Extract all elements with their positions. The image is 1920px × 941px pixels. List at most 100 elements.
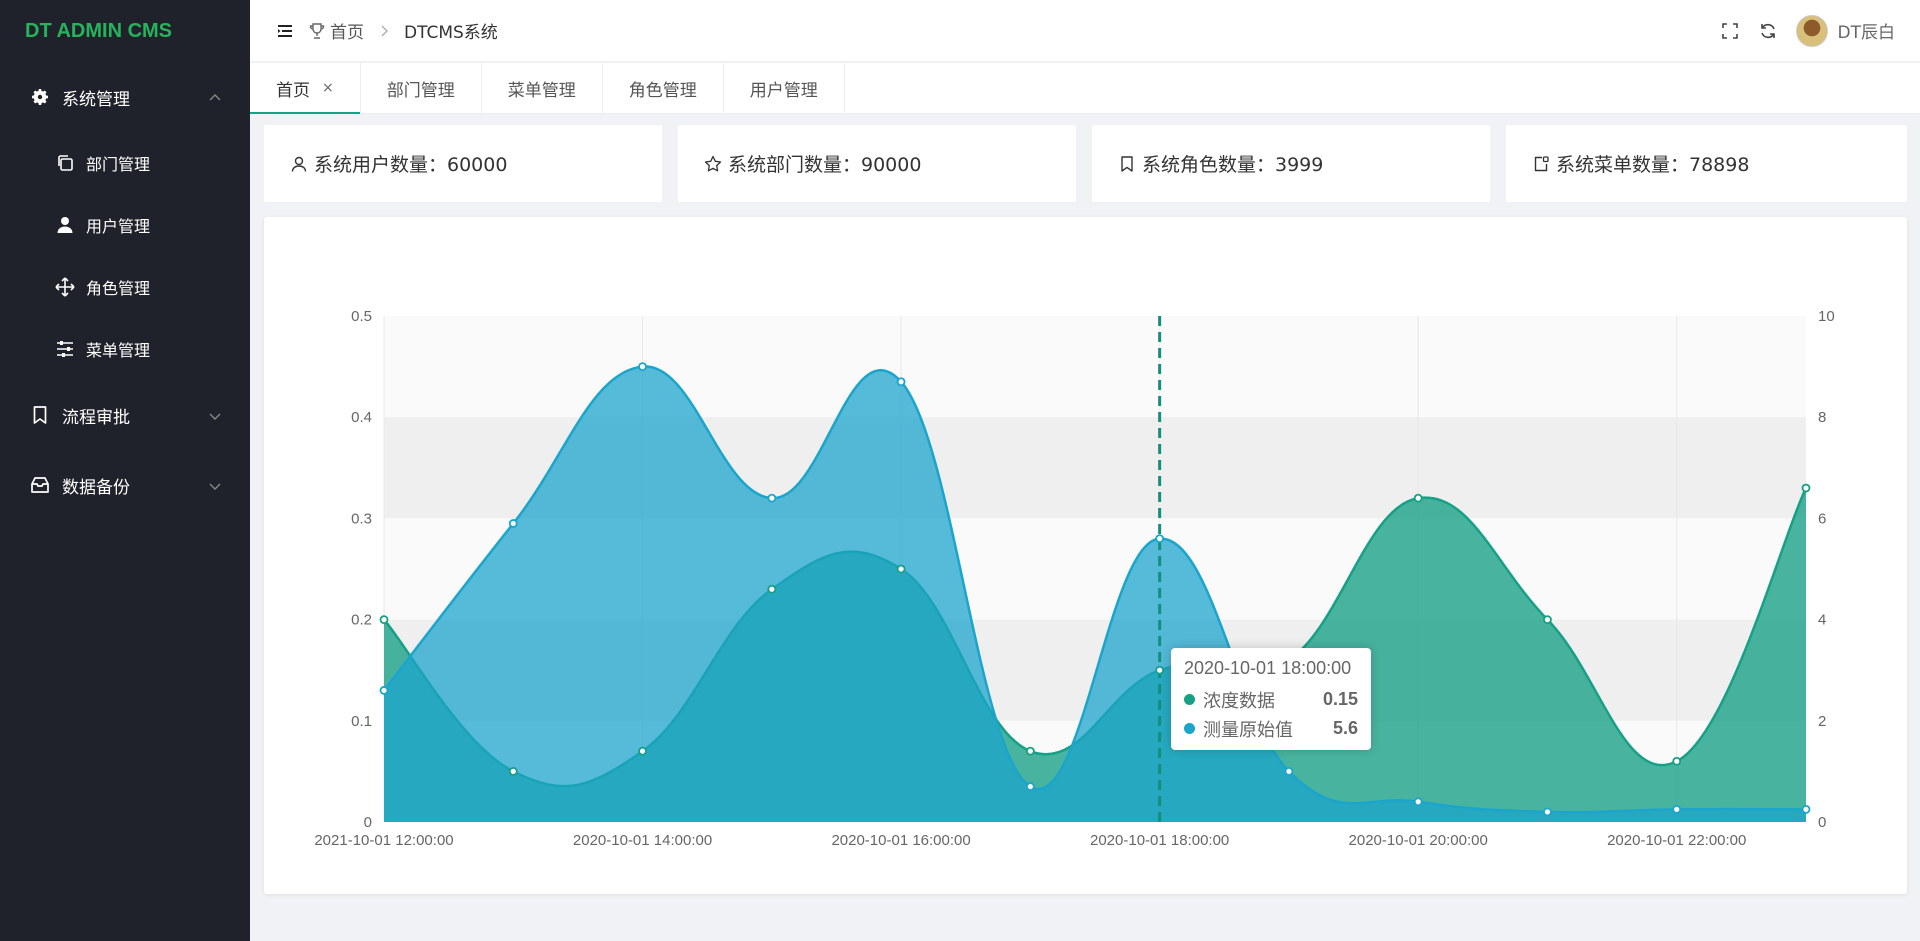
y-left-tick-label: 0.5	[351, 308, 372, 325]
data-point	[1025, 782, 1035, 791]
stat-text: 系统菜单数量：78898	[1556, 154, 1750, 176]
legend-dot	[1184, 723, 1195, 734]
y-left-tick-label: 0.3	[351, 510, 372, 527]
tooltip-series-name: 浓度数据	[1203, 690, 1275, 711]
tab-bar: 首页 × 部门管理 菜单管理 角色管理 用户管理	[250, 63, 1920, 114]
y-right-tick-label: 8	[1818, 409, 1826, 426]
fullscreen-icon[interactable]	[1720, 21, 1740, 41]
chevron-right-icon	[378, 25, 390, 37]
data-point	[638, 362, 647, 372]
data-point	[508, 519, 518, 528]
sidebar-item-department[interactable]: 部门管理	[0, 132, 250, 194]
data-point	[896, 564, 906, 574]
data-point	[1672, 756, 1682, 766]
breadcrumb-home[interactable]: 首页	[330, 18, 364, 43]
y-left-tick-label: 0.2	[351, 612, 372, 629]
avatar[interactable]	[1795, 14, 1828, 47]
data-point	[896, 377, 906, 387]
user-outline-icon	[290, 155, 308, 173]
stat-text: 系统用户数量：60000	[314, 154, 508, 176]
data-point	[1543, 807, 1552, 817]
app-logo: DT ADMIN CMS	[25, 19, 173, 42]
sidebar: DT ADMIN CMS 系统管理 部门管理 用户管理 角色管理 菜单管理 流程…	[0, 0, 250, 941]
tab-label: 首页	[276, 80, 310, 101]
stat-text: 系统角色数量：3999	[1142, 154, 1324, 176]
y-right-tick-label: 6	[1818, 510, 1826, 527]
legend-dot	[1184, 694, 1195, 705]
data-point	[638, 746, 647, 756]
tab-label: 菜单管理	[507, 80, 576, 101]
sidebar-item-label: 菜单管理	[86, 341, 151, 360]
tooltip-row: 浓度数据 0.15	[1184, 685, 1358, 714]
tooltip-row: 测量原始值 5.6	[1184, 714, 1358, 743]
bookmark-icon	[30, 405, 50, 425]
menu-toggle-icon[interactable]	[276, 22, 294, 40]
data-point	[1025, 746, 1035, 756]
tab-user[interactable]: 用户管理	[724, 63, 845, 113]
chevron-down-icon	[208, 478, 222, 492]
data-point	[767, 493, 777, 503]
gear-icon	[30, 87, 50, 107]
menu-box-icon	[1532, 155, 1550, 173]
y-right-tick-label: 10	[1818, 308, 1835, 325]
stat-card-departments: 系统部门数量：90000	[678, 125, 1076, 202]
data-point	[379, 686, 389, 695]
sidebar-item-menu[interactable]: 菜单管理	[0, 318, 250, 380]
data-point	[1801, 483, 1811, 493]
refresh-icon[interactable]	[1758, 21, 1778, 41]
breadcrumb: 首页 DTCMS系统	[308, 18, 498, 43]
x-tick-label: 2020-10-01 22:00:00	[1607, 832, 1746, 849]
chart[interactable]: 0 0.1 0.2 0.3 0.4 0.5 0 2 4 6 8 10 2021-10-01 12:00:…	[264, 217, 1907, 894]
tab-role[interactable]: 角色管理	[603, 63, 724, 113]
tab-menu[interactable]: 菜单管理	[482, 63, 603, 113]
tab-label: 用户管理	[749, 80, 818, 101]
close-icon[interactable]: ×	[322, 80, 334, 96]
x-tick-label: 2021-10-01 12:00:00	[314, 832, 453, 849]
x-tick-label: 2020-10-01 20:00:00	[1349, 832, 1488, 849]
x-tick-label: 2020-10-01 18:00:00	[1090, 832, 1229, 849]
sidebar-item-label: 角色管理	[86, 279, 151, 298]
sidebar-group-label: 数据备份	[62, 477, 130, 498]
trophy-icon	[308, 22, 326, 40]
bookmark-outline-icon	[1118, 155, 1136, 173]
y-right-tick-label: 0	[1818, 814, 1826, 831]
chevron-down-icon	[208, 408, 222, 422]
sidebar-item-role[interactable]: 角色管理	[0, 256, 250, 318]
y-left-tick-label: 0.1	[351, 713, 372, 730]
sidebar-item-user[interactable]: 用户管理	[0, 194, 250, 256]
top-header: 首页 DTCMS系统 DT辰白	[250, 0, 1920, 62]
tooltip-series-value: 0.15	[1322, 689, 1358, 709]
tooltip-series-value: 5.6	[1332, 718, 1358, 738]
copy-icon	[55, 153, 75, 173]
data-point	[1284, 767, 1294, 776]
username[interactable]: DT辰白	[1838, 18, 1895, 43]
y-right-tick-label: 2	[1818, 713, 1826, 730]
data-point	[1413, 797, 1423, 807]
sidebar-group-system[interactable]: 系统管理	[0, 62, 250, 132]
data-point	[508, 767, 518, 776]
sliders-icon	[55, 339, 75, 359]
data-point	[767, 584, 777, 594]
sidebar-group-label: 流程审批	[62, 407, 130, 428]
stat-card-menus: 系统菜单数量：78898	[1506, 125, 1907, 202]
chevron-up-icon	[208, 90, 222, 104]
move-icon	[55, 277, 75, 297]
data-point	[1672, 804, 1682, 814]
sidebar-group-approval[interactable]: 流程审批	[0, 380, 250, 450]
tab-label: 部门管理	[386, 80, 455, 101]
sidebar-group-label: 系统管理	[62, 89, 130, 110]
stat-card-roles: 系统角色数量：3999	[1092, 125, 1490, 202]
data-point	[1413, 493, 1423, 503]
tooltip-series-name: 测量原始值	[1203, 719, 1293, 740]
database-box-icon	[30, 475, 50, 495]
stat-card-users: 系统用户数量：60000	[264, 125, 662, 202]
sidebar-group-backup[interactable]: 数据备份	[0, 450, 250, 520]
breadcrumb-current: DTCMS系统	[404, 23, 498, 43]
tab-label: 角色管理	[628, 80, 697, 101]
y-left-tick-label: 0.4	[351, 409, 372, 426]
chart-panel: 0 0.1 0.2 0.3 0.4 0.5 0 2 4 6 8 10 2021-10-01 12:00:…	[264, 217, 1907, 894]
data-point	[1155, 665, 1165, 675]
tab-department[interactable]: 部门管理	[361, 63, 482, 113]
data-point	[1543, 615, 1552, 625]
tab-home[interactable]: 首页 ×	[250, 63, 361, 114]
